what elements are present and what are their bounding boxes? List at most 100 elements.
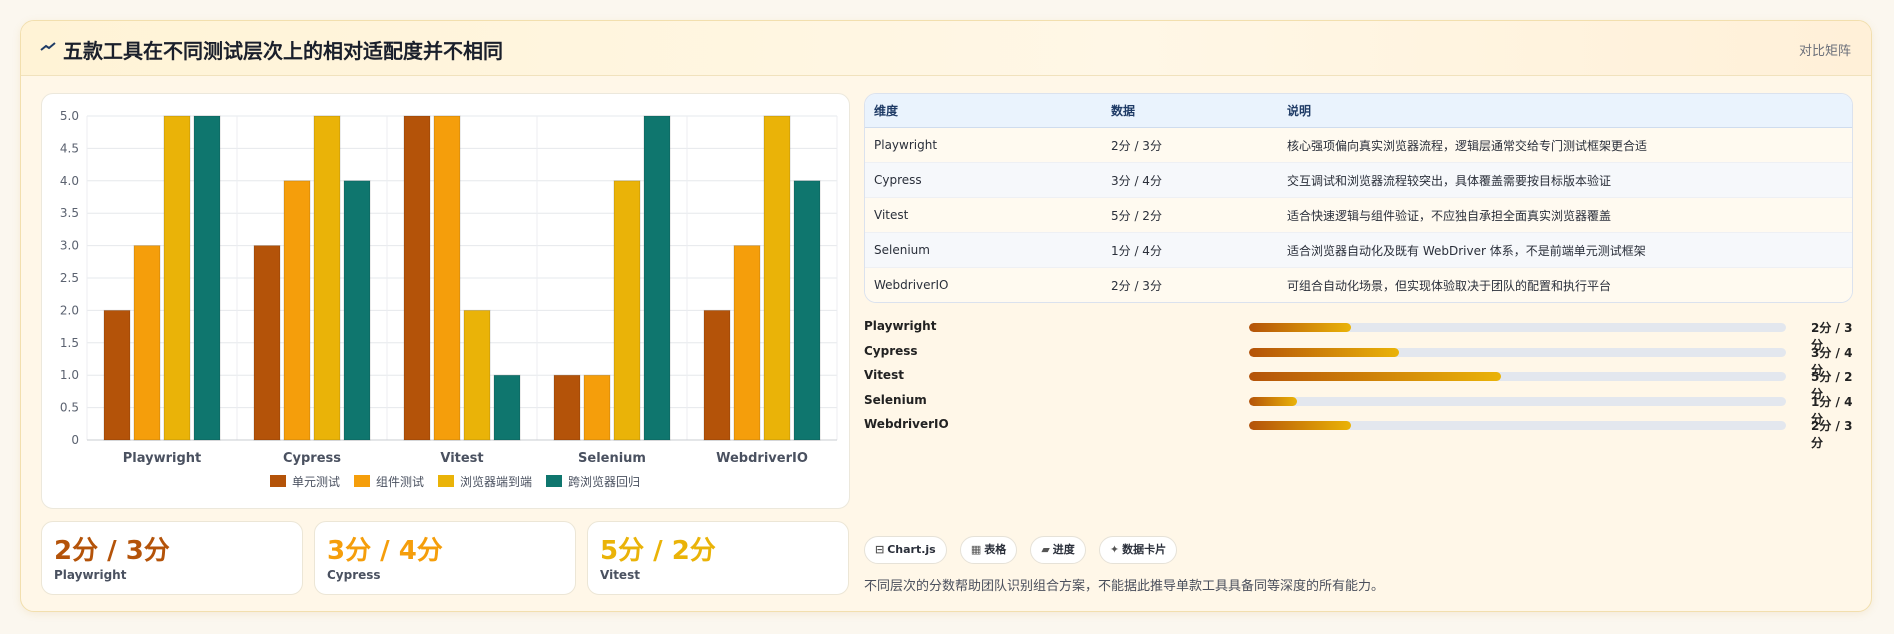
legend-swatch	[546, 475, 562, 487]
bar	[253, 245, 281, 441]
chip-table[interactable]: ▦ 表格	[959, 536, 1018, 564]
progress-row: Selenium 1分 / 4分	[864, 391, 1853, 426]
chip-data-card[interactable]: ✦ 数据卡片	[1098, 536, 1178, 564]
x-tick-label: Playwright	[123, 451, 201, 466]
progress-track	[1249, 347, 1786, 357]
chip-chartjs[interactable]: ⊟ Chart.js	[864, 536, 947, 564]
progress-track	[1249, 323, 1786, 332]
table-cell: 2分 / 3分	[1102, 127, 1278, 163]
footnote: 不同层次的分数帮助团队识别组合方案，不能据此推导单款工具具备同等深度的所有能力。	[864, 579, 1385, 594]
bar	[733, 245, 761, 441]
table-cell: WebdriverIO	[865, 267, 1102, 302]
progress-label: Vitest	[864, 368, 904, 382]
progress-row: Vitest 5分 / 2分	[864, 366, 1853, 401]
progress-label: Selenium	[864, 392, 927, 407]
bar	[583, 374, 611, 441]
table-cell: 适合快速逻辑与组件验证，不应独自承担全面真实浏览器覆盖	[1278, 197, 1852, 233]
progress-row: WebdriverIO 2分 / 3分	[864, 415, 1853, 450]
progress-fill	[1249, 421, 1352, 430]
chip-progress[interactable]: ▰ 进度	[1030, 536, 1086, 564]
y-tick-label: 2.5	[60, 271, 79, 285]
bar	[703, 309, 731, 441]
legend-swatch	[438, 475, 454, 487]
progress-fill	[1249, 372, 1502, 381]
stat-value: 3分 / 4分	[327, 536, 443, 566]
progress-track	[1249, 421, 1786, 430]
x-tick-label: Vitest	[440, 451, 483, 466]
chip-label: 数据卡片	[1122, 543, 1167, 556]
progress-row: Playwright 2分 / 3分	[864, 317, 1853, 352]
x-tick-label: WebdriverIO	[716, 451, 808, 466]
grouped-bar-chart: 0 0.5 1.0 1.5 2.0 2.5 3.0 3.5 4.0 4.5 5.0 Playwrigh…	[60, 109, 838, 489]
table-cell: 5分 / 2分	[1102, 197, 1278, 233]
table-cell: 交互调试和浏览器流程较突出，具体覆盖需要按目标版本验证	[1278, 162, 1852, 198]
data-table: 维度 数据 说明 Playwright 2分 / 3分 核心强项偏向真实浏览器流…	[864, 93, 1853, 303]
chip-list: ⊟ Chart.js ▦ 表格 ▰ 进度 ✦ 数据卡片	[864, 536, 1185, 564]
y-tick-label: 0.5	[60, 401, 79, 415]
stat-value: 5分 / 2分	[600, 536, 716, 566]
progress-row: Cypress 3分 / 4分	[864, 342, 1853, 377]
table-row: WebdriverIO 2分 / 3分 可组合自动化场景，但实现体验取决于团队的…	[865, 267, 1852, 302]
legend-swatch	[354, 475, 370, 487]
table-row: Cypress 3分 / 4分 交互调试和浏览器流程较突出，具体覆盖需要按目标版…	[865, 162, 1852, 198]
bar	[103, 309, 131, 441]
bar	[493, 374, 521, 441]
bar	[433, 115, 461, 441]
y-tick-label: 2.0	[60, 303, 79, 317]
progress-fill	[1249, 396, 1298, 406]
bar	[283, 180, 311, 441]
stat-card: 2分 / 3分 Playwright	[41, 521, 303, 595]
bar	[553, 374, 581, 441]
progress-track	[1249, 396, 1786, 406]
table-cell: Cypress	[865, 162, 1102, 198]
table-row: Playwright 2分 / 3分 核心强项偏向真实浏览器流程，逻辑层通常交给…	[865, 127, 1852, 163]
bar	[403, 115, 431, 441]
progress-list: Playwright 2分 / 3分 Cypress 3分 / 4分 Vites…	[864, 317, 1853, 450]
table-cell: 1分 / 4分	[1102, 232, 1278, 268]
column-header: 说明	[1278, 94, 1852, 128]
stat-label: Playwright	[54, 568, 127, 582]
stat-value: 2分 / 3分	[54, 536, 170, 566]
chip-label: 进度	[1052, 543, 1075, 556]
progress-icon: ▰	[1041, 543, 1050, 556]
table-row: Selenium 1分 / 4分 适合浏览器自动化及既有 WebDriver 体…	[865, 232, 1852, 268]
legend-swatch	[270, 475, 286, 487]
chip-label: Chart.js	[887, 543, 936, 556]
sparkle-icon: ✦	[1109, 543, 1120, 556]
legend-label: 跨浏览器回归	[568, 474, 640, 489]
legend-label: 浏览器端到端	[460, 474, 532, 489]
trend-icon	[40, 42, 56, 51]
table-cell: 2分 / 3分	[1102, 267, 1278, 302]
progress-label: WebdriverIO	[864, 417, 949, 431]
stat-label: Cypress	[327, 568, 381, 582]
bar	[763, 115, 791, 441]
table-cell: Playwright	[865, 127, 1102, 163]
progress-value: 2分 / 3分	[1811, 419, 1853, 450]
table-cell: 可组合自动化场景，但实现体验取决于团队的配置和执行平台	[1278, 267, 1852, 302]
bar	[643, 115, 671, 441]
bar	[343, 180, 371, 441]
y-tick-label: 0	[71, 433, 79, 447]
card-header: 五款工具在不同测试层次上的相对适配度并不相同 对比矩阵	[21, 21, 1871, 76]
table-row: Vitest 5分 / 2分 适合快速逻辑与组件验证，不应独自承担全面真实浏览器…	[865, 197, 1852, 233]
comparison-card: 五款工具在不同测试层次上的相对适配度并不相同 对比矩阵 0 0.5 1.0 1.5 2.…	[20, 20, 1872, 612]
page-title: 五款工具在不同测试层次上的相对适配度并不相同	[63, 39, 503, 63]
bar	[133, 245, 161, 441]
y-tick-label: 4.0	[60, 174, 79, 188]
stat-label: Vitest	[600, 568, 640, 582]
progress-fill	[1249, 347, 1400, 357]
table-icon: ▦	[970, 543, 982, 556]
legend-label: 单元测试	[292, 474, 340, 489]
bar	[463, 309, 491, 441]
table-cell: Vitest	[865, 197, 1102, 233]
table-header-row: 维度 数据 说明	[865, 94, 1852, 128]
bar-chart-panel: 0 0.5 1.0 1.5 2.0 2.5 3.0 3.5 4.0 4.5 5.0 Playwrigh…	[41, 93, 850, 509]
bar	[613, 180, 641, 441]
column-header: 维度	[865, 94, 1102, 128]
table-cell: 核心强项偏向真实浏览器流程，逻辑层通常交给专门测试框架更合适	[1278, 127, 1852, 163]
stat-card: 5分 / 2分 Vitest	[587, 521, 849, 595]
progress-track	[1249, 372, 1786, 381]
chart-icon: ⊟	[875, 543, 885, 556]
bar	[193, 115, 221, 441]
y-tick-label: 4.5	[60, 141, 79, 155]
